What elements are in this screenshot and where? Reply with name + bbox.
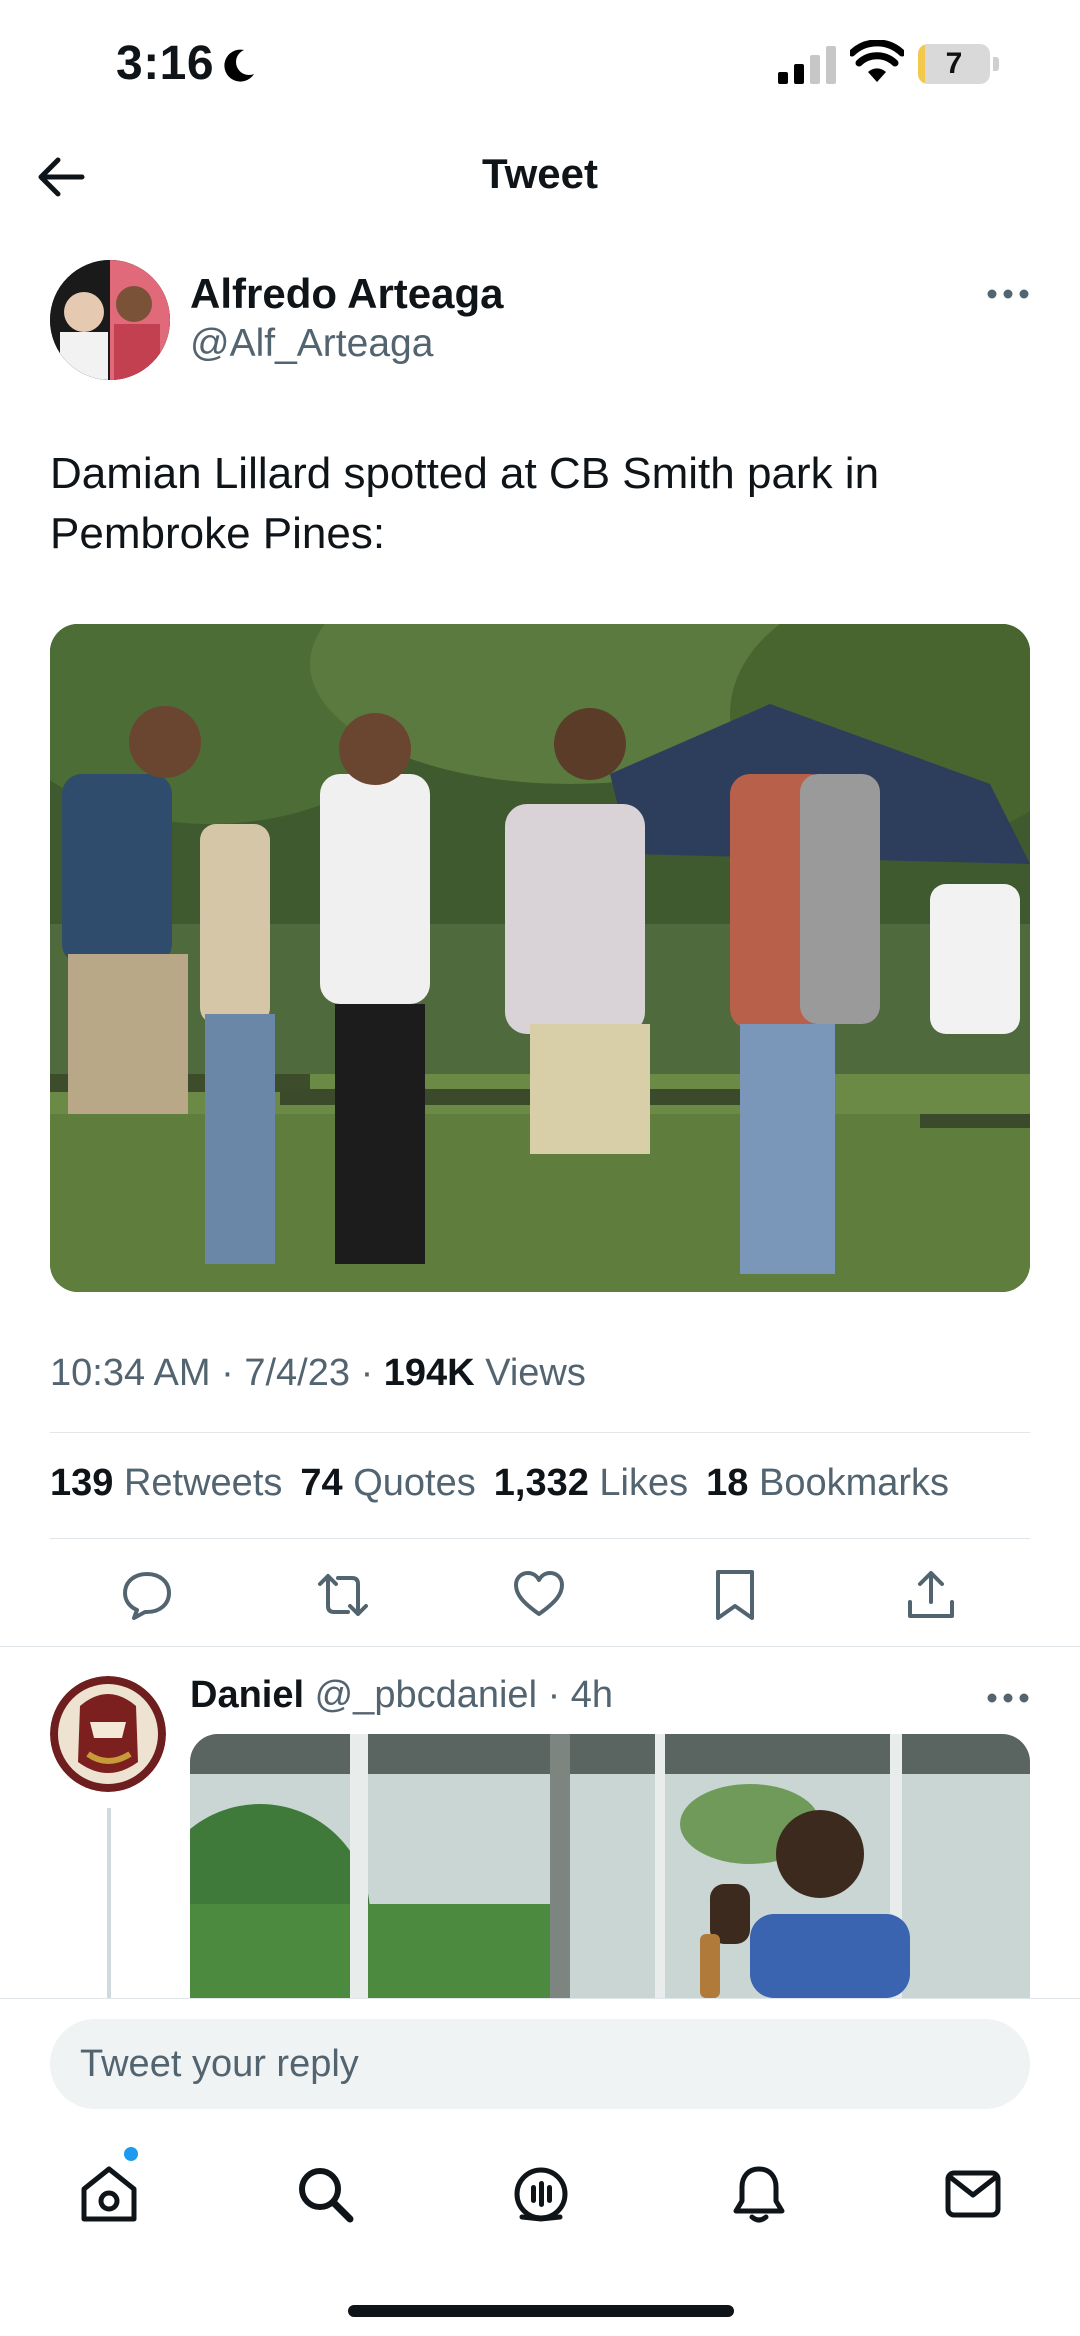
views-count: 194K bbox=[383, 1352, 475, 1394]
wifi-icon bbox=[850, 40, 904, 82]
divider bbox=[50, 1432, 1030, 1433]
top-header: Tweet bbox=[0, 130, 1080, 240]
page-title: Tweet bbox=[482, 150, 598, 197]
battery-indicator: 7 bbox=[918, 44, 1000, 84]
author-name[interactable]: Alfredo Arteaga bbox=[190, 270, 504, 318]
tweet-date: 7/4/23 bbox=[244, 1352, 350, 1394]
bookmarks-label: Bookmarks bbox=[758, 1462, 950, 1504]
divider bbox=[50, 1538, 1030, 1539]
battery-nub bbox=[993, 57, 999, 71]
messages-icon[interactable] bbox=[940, 2161, 1006, 2227]
tweet-actions bbox=[50, 1560, 1030, 1630]
bookmarks-count: 18 bbox=[706, 1462, 749, 1504]
bookmark-icon[interactable] bbox=[708, 1568, 762, 1622]
meta-separator: · bbox=[221, 1352, 245, 1394]
more-horizontal-icon[interactable] bbox=[986, 1688, 1030, 1708]
views-label: Views bbox=[485, 1352, 586, 1394]
tweet-stats: 139 Retweets 74 Quotes 1,332 Likes 18 Bookm… bbox=[50, 1462, 1050, 1505]
likes-stat[interactable]: 1,332 Likes bbox=[494, 1462, 688, 1505]
more-horizontal-icon[interactable] bbox=[986, 284, 1030, 304]
reply-author-handle[interactable]: @_pbcdaniel bbox=[315, 1674, 537, 1716]
reply-age: 4h bbox=[570, 1674, 614, 1716]
meta-separator: · bbox=[537, 1674, 571, 1716]
retweet-icon[interactable] bbox=[316, 1568, 370, 1622]
tweet-meta: 10:34 AM · 7/4/23 · 194K Views bbox=[50, 1352, 586, 1395]
share-icon[interactable] bbox=[904, 1568, 958, 1622]
quotes-count: 74 bbox=[300, 1462, 343, 1504]
status-time: 3:16 bbox=[116, 37, 215, 90]
spaces-icon[interactable] bbox=[508, 2161, 574, 2227]
moon-icon bbox=[224, 49, 254, 82]
author-avatar[interactable] bbox=[50, 260, 170, 380]
quotes-label: Quotes bbox=[353, 1462, 476, 1504]
likes-count: 1,332 bbox=[493, 1462, 589, 1504]
quotes-stat[interactable]: 74 Quotes bbox=[300, 1462, 475, 1505]
battery-level: 7 bbox=[945, 47, 963, 80]
retweets-label: Retweets bbox=[123, 1462, 283, 1504]
reply-icon[interactable] bbox=[120, 1568, 174, 1622]
home-notification-dot bbox=[124, 2147, 138, 2161]
notifications-icon[interactable] bbox=[726, 2161, 792, 2227]
tweet-photo[interactable] bbox=[50, 624, 1030, 1292]
home-indicator bbox=[348, 2305, 734, 2317]
meta-separator: · bbox=[360, 1352, 384, 1394]
thread-line bbox=[107, 1808, 111, 1998]
section-divider bbox=[0, 1646, 1080, 1647]
search-icon[interactable] bbox=[292, 2161, 358, 2227]
tweet-text: Damian Lillard spotted at CB Smith park … bbox=[50, 449, 880, 558]
author-handle[interactable]: @Alf_Arteaga bbox=[190, 322, 433, 366]
reply-avatar[interactable] bbox=[50, 1676, 166, 1792]
retweets-count: 139 bbox=[50, 1462, 114, 1504]
like-icon[interactable] bbox=[512, 1568, 566, 1622]
likes-label: Likes bbox=[599, 1462, 689, 1504]
bookmarks-stat[interactable]: 18 Bookmarks bbox=[706, 1462, 949, 1505]
reply-author-name[interactable]: Daniel bbox=[190, 1674, 304, 1716]
bottom-nav bbox=[0, 2149, 1080, 2239]
home-icon[interactable] bbox=[76, 2161, 142, 2227]
cellular-signal-icon bbox=[778, 46, 836, 84]
tweet-author: Alfredo Arteaga @Alf_Arteaga bbox=[50, 258, 1030, 388]
bottom-area: Tweet your reply bbox=[0, 1998, 1080, 2336]
reply-header: Daniel @_pbcdaniel · 4h bbox=[190, 1674, 613, 1717]
reply-input[interactable]: Tweet your reply bbox=[50, 2019, 1030, 2109]
status-bar: 3:16 7 bbox=[0, 0, 1080, 130]
reply-photo[interactable] bbox=[190, 1734, 1030, 1998]
retweets-stat[interactable]: 139 Retweets bbox=[50, 1462, 282, 1505]
tweet-time: 10:34 AM bbox=[50, 1352, 211, 1394]
battery-body: 7 bbox=[918, 44, 990, 84]
